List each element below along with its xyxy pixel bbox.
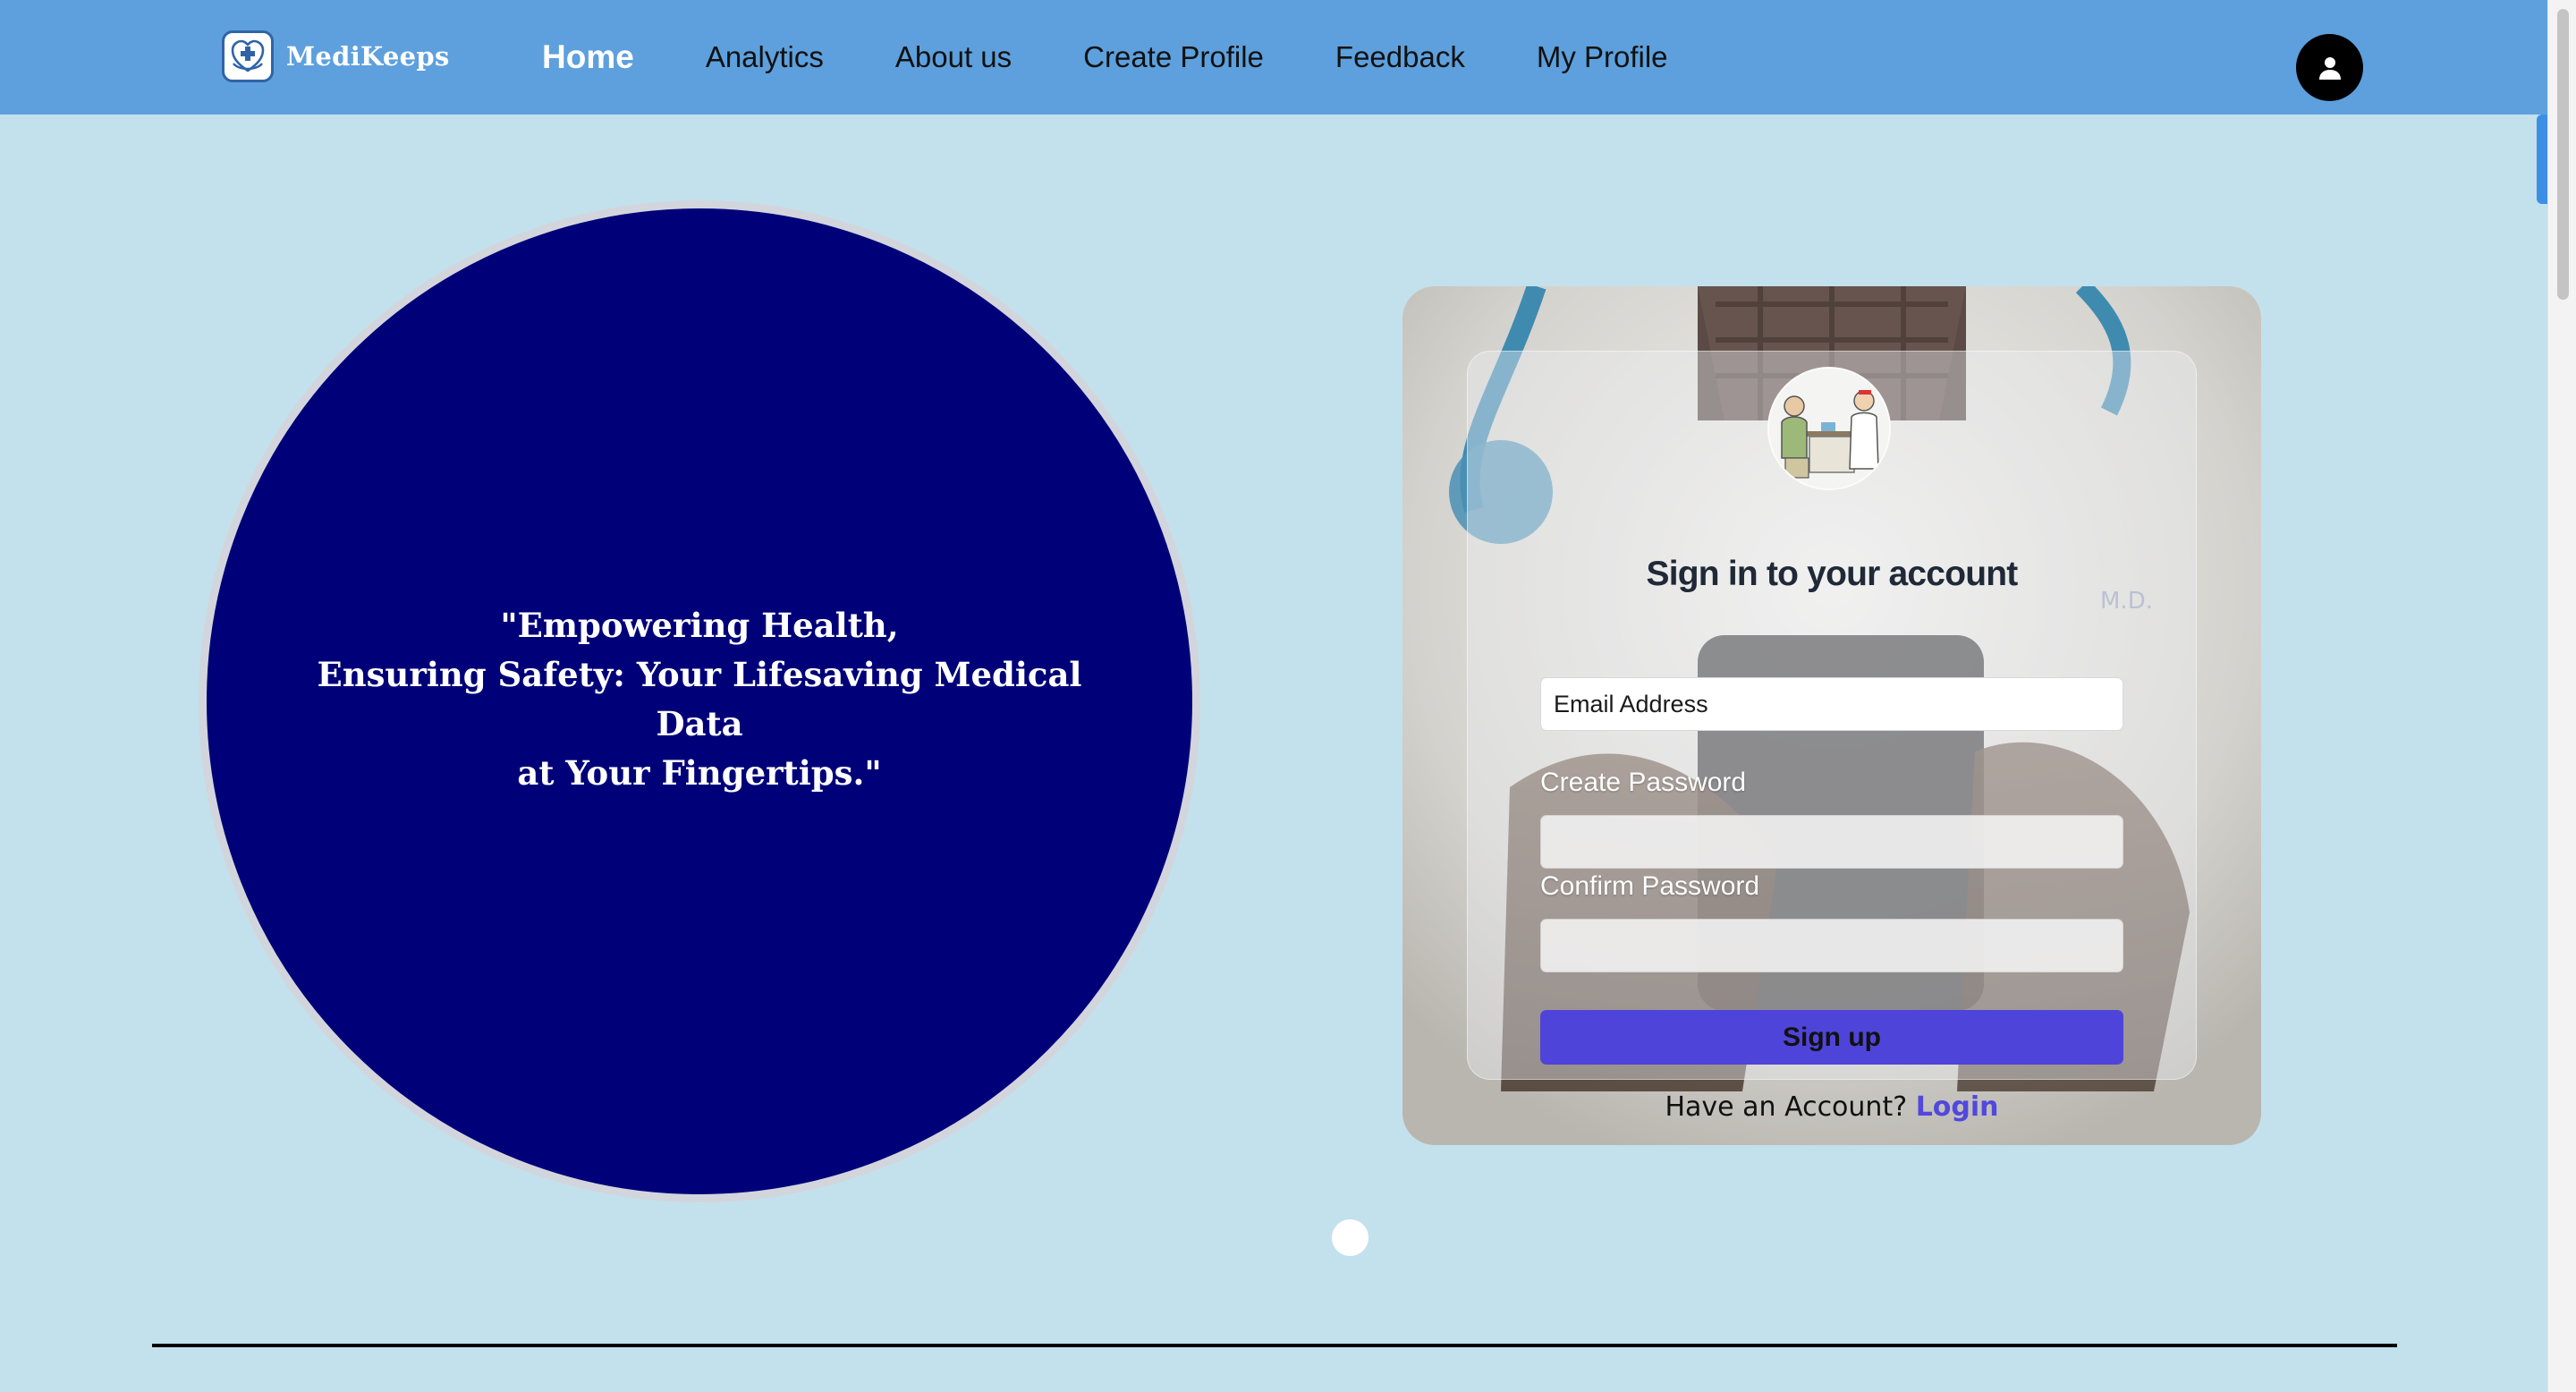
- nav-links: Home Analytics About us Create Profile F…: [542, 34, 1740, 81]
- confirm-password-field[interactable]: [1540, 919, 2123, 972]
- confirm-password-label: Confirm Password: [1540, 871, 1760, 901]
- hero-quote-line-3: at Your Fingertips.": [517, 752, 882, 793]
- top-navbar: MediKeeps Home Analytics About us Create…: [0, 0, 2547, 115]
- scroll-position-marker: [2537, 115, 2547, 204]
- hero-quote-line-1: "Empowering Health,: [500, 605, 899, 645]
- nav-about-us[interactable]: About us: [895, 40, 1012, 74]
- page-scrollbar[interactable]: [2547, 0, 2576, 1392]
- hero-circle-slide: "Empowering Health, Ensuring Safety: You…: [199, 200, 1200, 1202]
- profile-menu-button[interactable]: [2296, 34, 2363, 101]
- email-field[interactable]: [1540, 677, 2123, 731]
- nav-create-profile[interactable]: Create Profile: [1083, 40, 1264, 74]
- nav-analytics[interactable]: Analytics: [706, 40, 824, 74]
- user-icon: [2318, 56, 2341, 80]
- nav-home[interactable]: Home: [542, 38, 634, 76]
- create-password-label: Create Password: [1540, 768, 1747, 797]
- heart-cross-hands-icon: [222, 30, 274, 82]
- brand[interactable]: MediKeeps: [222, 30, 450, 82]
- brand-name: MediKeeps: [286, 41, 450, 72]
- signin-card: M.D. Sign in to your account Create Pass…: [1402, 286, 2261, 1145]
- carousel-dot[interactable]: [1332, 1219, 1368, 1256]
- create-password-field[interactable]: [1540, 815, 2123, 869]
- login-link[interactable]: Login: [1916, 1091, 1999, 1123]
- nav-my-profile[interactable]: My Profile: [1537, 40, 1668, 74]
- nav-feedback[interactable]: Feedback: [1335, 40, 1465, 74]
- section-divider: [152, 1344, 2397, 1347]
- doctor-patient-illustration: [1767, 367, 1891, 490]
- have-account-prompt: Have an Account? Login: [1402, 1091, 2261, 1123]
- signup-button[interactable]: Sign up: [1540, 1010, 2123, 1065]
- hero-quote-line-2: Ensuring Safety: Your Lifesaving Medical…: [317, 654, 1082, 743]
- scrollbar-thumb[interactable]: [2557, 9, 2569, 300]
- hero-quote: "Empowering Health, Ensuring Safety: You…: [288, 601, 1111, 798]
- signin-title: Sign in to your account: [1646, 555, 2019, 593]
- have-account-text: Have an Account?: [1665, 1091, 1908, 1123]
